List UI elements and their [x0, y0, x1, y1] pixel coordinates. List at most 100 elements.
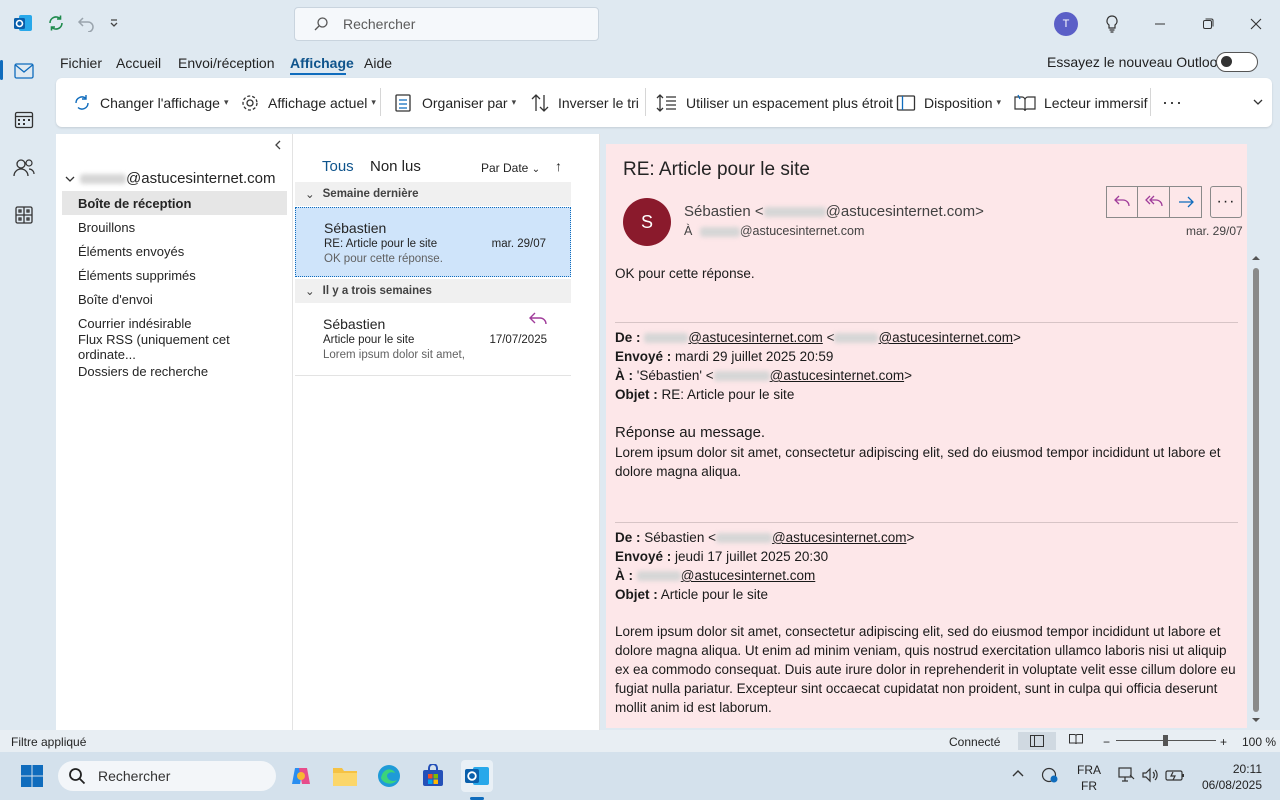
redacted-username — [713, 371, 770, 382]
normal-view-button[interactable] — [1018, 732, 1056, 750]
email-link[interactable]: @astucesinternet.com — [688, 330, 823, 345]
reply-all-button[interactable] — [1138, 186, 1170, 218]
email-link[interactable]: @astucesinternet.com — [681, 568, 816, 583]
windows-start-icon[interactable] — [16, 760, 48, 792]
email-link[interactable]: @astucesinternet.com — [770, 368, 905, 383]
sender-avatar[interactable]: S — [623, 198, 671, 246]
group-header-last-week[interactable]: ⌄ Semaine dernière — [295, 182, 571, 206]
from-name: Sébastien < — [644, 530, 716, 545]
chevron-down-icon: ⌄ — [305, 286, 315, 298]
sort-by-dropdown[interactable]: Par Date ⌄ — [481, 161, 540, 175]
envoye-label: Envoyé : — [615, 549, 672, 564]
current-view-button[interactable]: Affichage actuel ▾ — [240, 78, 376, 127]
menu-accueil[interactable]: Accueil — [116, 55, 161, 71]
immersive-reader-button[interactable]: Lecteur immersif — [1014, 78, 1147, 127]
sync-icon[interactable] — [45, 12, 67, 34]
calendar-icon[interactable] — [12, 108, 36, 132]
lightbulb-icon[interactable] — [1100, 12, 1124, 36]
tab-all[interactable]: Tous — [322, 158, 354, 175]
zoom-in-button[interactable]: + — [1220, 735, 1227, 749]
scroll-down-icon[interactable] — [1251, 716, 1261, 724]
battery-icon[interactable] — [1165, 766, 1185, 787]
folder-deleted[interactable]: Éléments supprimés — [62, 263, 287, 287]
close-button[interactable] — [1244, 12, 1268, 36]
sort-by-label: Par Date — [481, 161, 529, 175]
clock[interactable]: 20:11 06/08/2025 — [1200, 761, 1262, 793]
mail-subject: RE: Article pour le site — [324, 238, 438, 250]
folder-rss[interactable]: Flux RSS (uniquement cet ordinate... — [62, 332, 287, 362]
gt-sign: > — [906, 530, 915, 545]
taskbar-search[interactable]: Rechercher — [58, 761, 276, 791]
zoom-out-button[interactable]: − — [1103, 735, 1110, 749]
outlook-taskbar-icon[interactable] — [461, 760, 493, 792]
status-bar: Filtre appliqué Connecté − + 100 % — [0, 730, 1280, 752]
folder-drafts[interactable]: Brouillons — [62, 215, 287, 239]
folder-search[interactable]: Dossiers de recherche — [62, 359, 287, 383]
collapse-folder-pane-icon[interactable] — [274, 140, 282, 153]
clock-time: 20:11 — [1232, 762, 1262, 776]
search-input[interactable]: Rechercher — [294, 7, 599, 41]
email-link[interactable]: @astucesinternet.com — [772, 530, 907, 545]
reading-scrollbar[interactable] — [1251, 252, 1261, 728]
gear-icon — [242, 94, 258, 111]
show-hidden-icons[interactable] — [1012, 767, 1024, 781]
scrollbar-thumb[interactable] — [1253, 268, 1259, 712]
folder-inbox[interactable]: Boîte de réception — [62, 191, 287, 215]
mail-preview: Lorem ipsum dolor sit amet, — [323, 349, 465, 361]
email-link[interactable]: @astucesinternet.com — [878, 330, 1013, 345]
folder-outbox[interactable]: Boîte d'envoi — [62, 287, 287, 311]
maximize-button[interactable] — [1196, 12, 1220, 36]
file-explorer-icon[interactable] — [329, 760, 361, 792]
menu-affichage[interactable]: Affichage — [290, 55, 354, 71]
reply-button[interactable] — [1106, 186, 1138, 218]
tab-unread[interactable]: Non lus — [370, 158, 421, 175]
minimize-button[interactable] — [1148, 12, 1172, 36]
volume-icon[interactable] — [1141, 766, 1159, 787]
folder-sent[interactable]: Éléments envoyés — [62, 239, 287, 263]
scroll-up-icon[interactable] — [1251, 254, 1261, 262]
clock-date: 06/08/2025 — [1201, 778, 1262, 792]
language-indicator[interactable]: FRA FR — [1077, 762, 1101, 794]
list-item[interactable]: Sébastien RE: Article pour le site mar. … — [295, 207, 571, 277]
wifi-icon[interactable] — [1117, 766, 1135, 787]
menu-envoi-reception[interactable]: Envoi/réception — [178, 55, 275, 71]
group-header-three-weeks[interactable]: ⌄ Il y a trois semaines — [295, 279, 571, 303]
microsoft-store-icon[interactable] — [417, 760, 449, 792]
network-status-icon[interactable] — [1041, 766, 1059, 787]
people-icon[interactable] — [12, 156, 36, 180]
try-new-outlook-toggle[interactable] — [1216, 52, 1258, 72]
sort-direction-icon[interactable]: ↑ — [555, 158, 562, 174]
undo-icon[interactable] — [75, 12, 97, 34]
search-placeholder: Rechercher — [343, 16, 416, 32]
arrange-by-label: Organiser par — [422, 94, 508, 111]
zoom-slider-thumb[interactable] — [1163, 735, 1168, 746]
message-first-line: OK pour cette réponse. — [615, 266, 755, 281]
forward-button[interactable] — [1170, 186, 1202, 218]
apps-icon[interactable] — [12, 203, 36, 227]
quick-access-dropdown-icon[interactable] — [103, 12, 125, 34]
message-from[interactable]: Sébastien < @astucesinternet.com> — [684, 203, 984, 220]
gt-sign: > — [904, 368, 913, 383]
ribbon-expand-icon[interactable] — [1252, 92, 1272, 112]
chevron-down-icon: ▾ — [996, 97, 1002, 107]
layout-button[interactable]: Disposition ▾ — [896, 78, 1001, 127]
edge-browser-icon[interactable] — [373, 760, 405, 792]
copilot-icon[interactable] — [285, 760, 317, 792]
compact-spacing-button[interactable]: Utiliser un espacement plus étroit — [656, 78, 893, 127]
to-label: À — [684, 224, 693, 238]
message-more-button[interactable]: ··· — [1210, 186, 1242, 218]
objet-label: Objet : — [615, 587, 658, 602]
menu-aide[interactable]: Aide — [364, 55, 392, 71]
reading-view-button[interactable] — [1069, 733, 1083, 748]
list-item[interactable]: Sébastien Article pour le site 17/07/202… — [295, 304, 571, 374]
account-header[interactable]: @astucesinternet.com — [64, 170, 275, 187]
zoom-level[interactable]: 100 % — [1242, 735, 1276, 749]
mail-icon[interactable] — [12, 59, 36, 83]
arrange-by-button[interactable]: Organiser par ▾ — [394, 78, 516, 127]
change-view-button[interactable]: Changer l'affichage ▾ — [72, 78, 228, 127]
user-avatar[interactable]: T — [1054, 12, 1078, 36]
menu-fichier[interactable]: Fichier — [60, 55, 102, 71]
reverse-sort-button[interactable]: Inverser le tri — [530, 78, 639, 127]
more-options-button[interactable]: ··· — [1162, 78, 1183, 127]
redacted-username — [763, 207, 826, 218]
